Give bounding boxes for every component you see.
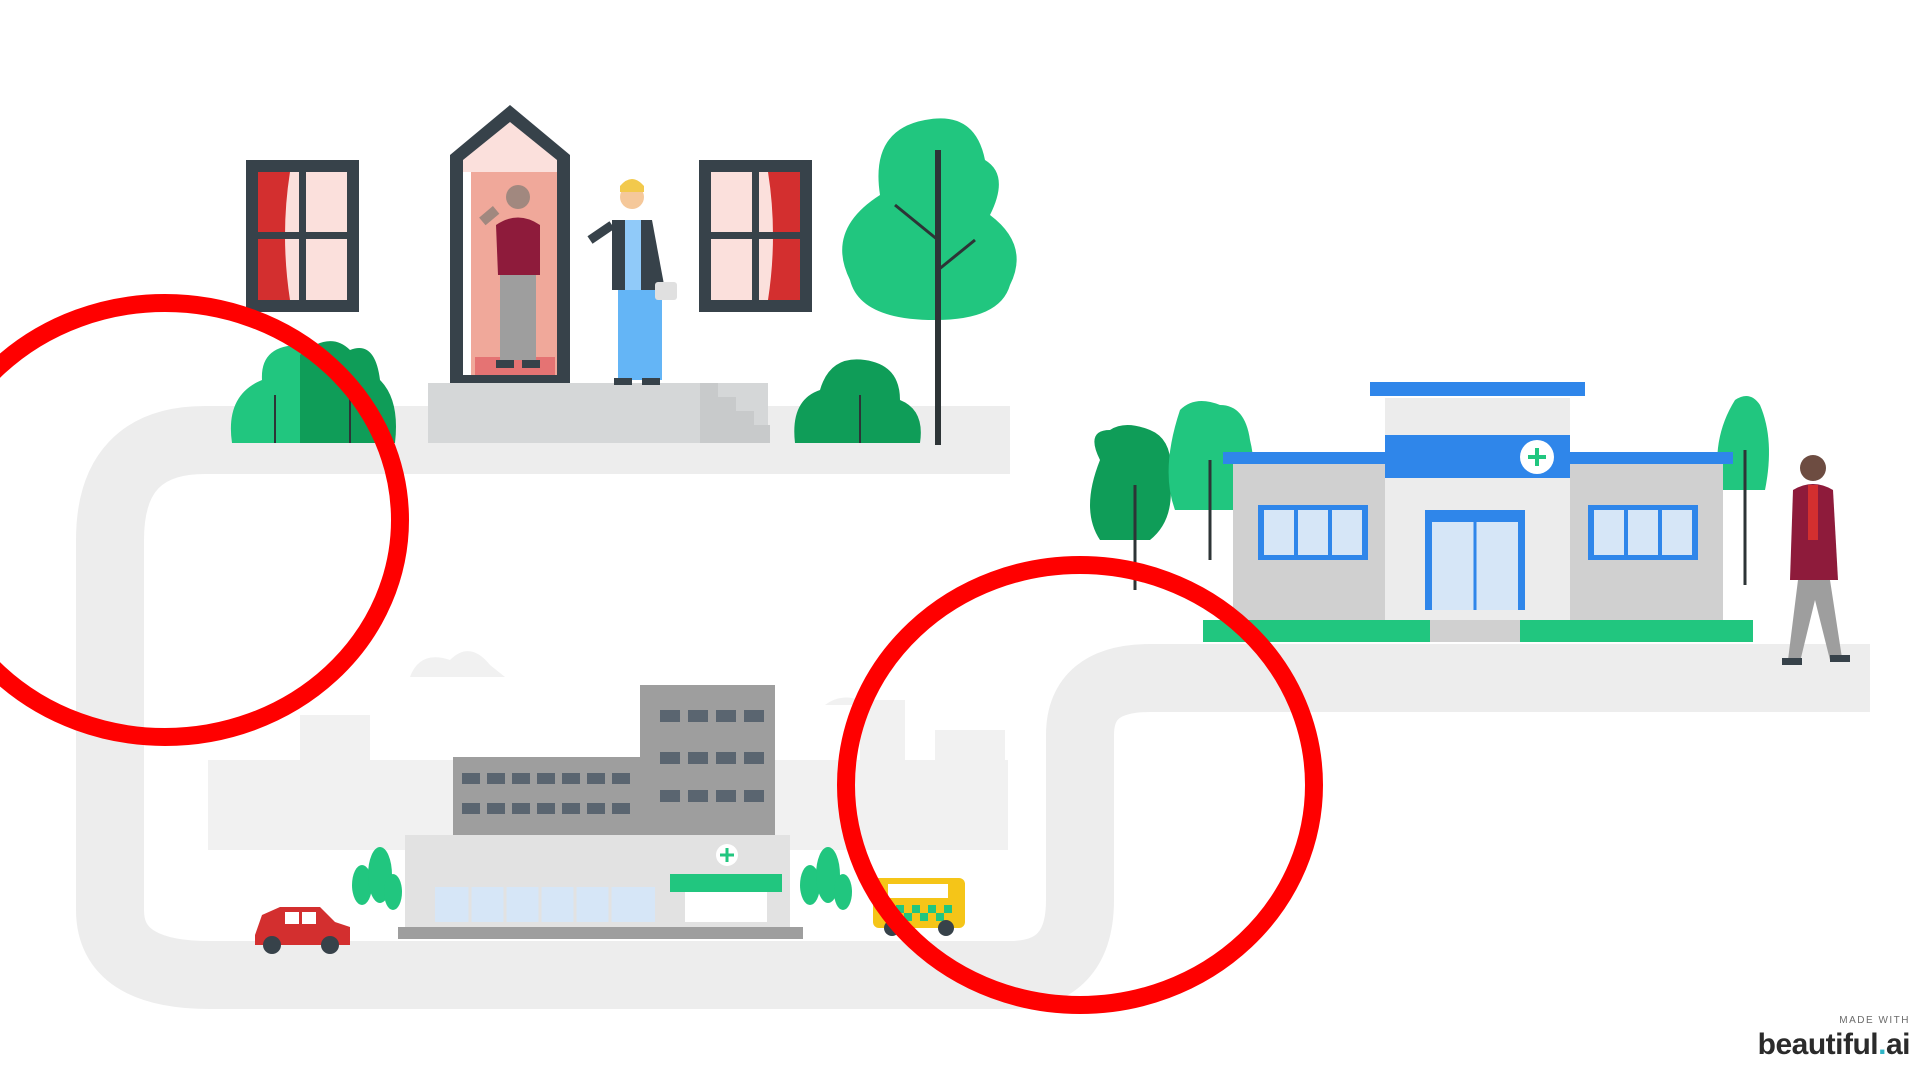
illustration-canvas: [0, 105, 1870, 1014]
brand-dot: .: [1878, 1028, 1886, 1061]
house-window-left: [246, 160, 359, 312]
brand-tld: ai: [1885, 1028, 1911, 1061]
clinic-window-left: [1258, 505, 1368, 560]
hospital-icon: [398, 685, 803, 939]
brand-watermark: MADE WITH beautiful.ai: [1757, 1015, 1911, 1062]
brand-name: beautiful: [1757, 1028, 1879, 1061]
clinic-scene: [1090, 382, 1850, 665]
made-with-label: MADE WITH: [1839, 1015, 1910, 1026]
tree-icon: [794, 359, 921, 443]
annotation-circle-left: [0, 294, 409, 746]
brand-logo: beautiful.ai: [1757, 1028, 1911, 1062]
person-walking-icon: [1782, 455, 1850, 665]
person-nurse-icon: [587, 179, 677, 385]
house-window-right: [699, 160, 812, 312]
clinic-window-right: [1588, 505, 1698, 560]
